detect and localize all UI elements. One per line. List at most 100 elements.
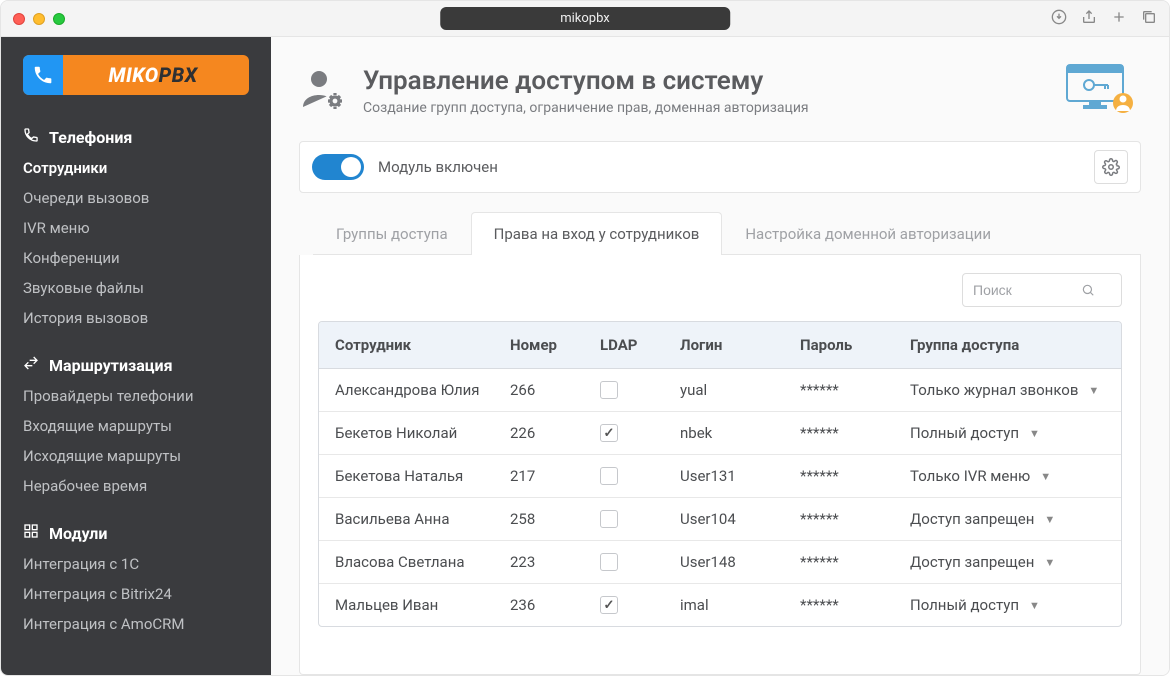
cell-name: Александрова Юлия	[335, 381, 510, 399]
app-window: mikopbx MIK	[0, 0, 1170, 676]
chevron-down-icon: ▼	[1040, 470, 1051, 483]
nav-section-icon	[23, 523, 39, 543]
user-gear-icon	[299, 65, 347, 117]
tab[interactable]: Права на вход у сотрудников	[471, 212, 723, 255]
nav-section-header[interactable]: Модули	[23, 523, 249, 543]
cell-ldap	[600, 424, 680, 442]
group-dropdown-label: Доступ запрещен	[910, 553, 1034, 571]
table-row: Бекетов Николай226nbek******Полный досту…	[319, 412, 1121, 455]
new-tab-icon[interactable]	[1111, 9, 1127, 29]
group-dropdown-label: Только журнал звонков	[910, 381, 1078, 399]
table-row: Власова Светлана223User148******Доступ з…	[319, 541, 1121, 584]
cell-login[interactable]: imal	[680, 596, 800, 614]
sidebar-item[interactable]: Звуковые файлы	[23, 273, 249, 303]
col-name: Сотрудник	[335, 336, 510, 354]
sidebar-item[interactable]: Интеграция с Bitrix24	[23, 579, 249, 609]
group-dropdown-label: Полный доступ	[910, 596, 1019, 614]
group-dropdown[interactable]: Доступ запрещен▼	[910, 553, 1055, 571]
cell-number: 266	[510, 381, 600, 399]
cell-group: Только журнал звонков ▼	[910, 381, 1105, 399]
cell-login[interactable]: User148	[680, 553, 800, 571]
sidebar-item[interactable]: История вызовов	[23, 303, 249, 333]
tabs: Группы доступаПрава на вход у сотруднико…	[313, 211, 1141, 255]
cell-name: Мальцев Иван	[335, 596, 510, 614]
group-dropdown-label: Полный доступ	[910, 424, 1019, 442]
cell-password[interactable]: ******	[800, 467, 910, 485]
download-icon[interactable]	[1051, 9, 1067, 29]
ldap-checkbox[interactable]	[600, 596, 618, 614]
module-settings-button[interactable]	[1094, 150, 1128, 184]
tabs-icon[interactable]	[1141, 9, 1157, 29]
nav-section: Маршрутизация Провайдеры телефонииВходящи…	[1, 337, 271, 505]
tab[interactable]: Группы доступа	[313, 212, 471, 255]
address-bar[interactable]: mikopbx	[440, 7, 730, 30]
search-icon	[1081, 283, 1095, 297]
nav-section-title: Модули	[49, 524, 107, 543]
cell-login[interactable]: nbek	[680, 424, 800, 442]
chevron-down-icon: ▼	[1088, 384, 1099, 397]
col-number: Номер	[510, 336, 600, 354]
cell-password[interactable]: ******	[800, 553, 910, 571]
sidebar-item[interactable]: Интеграция с 1C	[23, 549, 249, 579]
sidebar-item[interactable]: IVR меню	[23, 213, 249, 243]
cell-number: 258	[510, 510, 600, 528]
group-dropdown[interactable]: Только журнал звонков ▼	[910, 381, 1099, 399]
cell-ldap	[600, 510, 680, 528]
nav-section: Модули Интеграция с 1CИнтеграция с Bitrix…	[1, 505, 271, 643]
module-toggle[interactable]	[312, 154, 364, 180]
sidebar-item[interactable]: Конференции	[23, 243, 249, 273]
cell-login[interactable]: User104	[680, 510, 800, 528]
logo[interactable]: MIKOPBX	[1, 55, 271, 109]
maximize-window-button[interactable]	[53, 13, 65, 25]
nav-section-header[interactable]: Маршрутизация	[23, 355, 249, 375]
sidebar-item[interactable]: Сотрудники	[23, 153, 249, 183]
module-artwork	[1061, 59, 1141, 123]
group-dropdown[interactable]: Только IVR меню▼	[910, 467, 1051, 485]
ldap-checkbox[interactable]	[600, 510, 618, 528]
window-controls	[13, 13, 65, 25]
cell-group: Полный доступ▼	[910, 596, 1105, 614]
col-group: Группа доступа	[910, 336, 1105, 354]
cell-password[interactable]: ******	[800, 381, 910, 399]
sidebar-item[interactable]: Входящие маршруты	[23, 411, 249, 441]
table-row: Бекетова Наталья217User131******Только I…	[319, 455, 1121, 498]
group-dropdown[interactable]: Полный доступ▼	[910, 424, 1040, 442]
ldap-checkbox[interactable]	[600, 467, 618, 485]
sidebar-item[interactable]: Интеграция с AmoCRM	[23, 609, 249, 639]
titlebar: mikopbx	[1, 1, 1169, 37]
cell-password[interactable]: ******	[800, 424, 910, 442]
cell-name: Васильева Анна	[335, 510, 510, 528]
group-dropdown[interactable]: Полный доступ▼	[910, 596, 1040, 614]
ldap-checkbox[interactable]	[600, 424, 618, 442]
cell-login[interactable]: User131	[680, 467, 800, 485]
cell-group: Полный доступ▼	[910, 424, 1105, 442]
ldap-checkbox[interactable]	[600, 381, 618, 399]
ldap-checkbox[interactable]	[600, 553, 618, 571]
sidebar-item[interactable]: Нерабочее время	[23, 471, 249, 501]
cell-password[interactable]: ******	[800, 596, 910, 614]
col-password: Пароль	[800, 336, 910, 354]
cell-ldap	[600, 381, 680, 399]
cell-password[interactable]: ******	[800, 510, 910, 528]
cell-number: 223	[510, 553, 600, 571]
search-input-wrapper[interactable]	[962, 273, 1122, 307]
group-dropdown[interactable]: Доступ запрещен▼	[910, 510, 1055, 528]
employees-table: Сотрудник Номер LDAP Логин Пароль Группа…	[318, 321, 1122, 627]
nav-section-header[interactable]: Телефония	[23, 127, 249, 147]
cell-number: 236	[510, 596, 600, 614]
sidebar-item[interactable]: Провайдеры телефонии	[23, 381, 249, 411]
sidebar-item[interactable]: Очереди вызовов	[23, 183, 249, 213]
table-header: Сотрудник Номер LDAP Логин Пароль Группа…	[319, 322, 1121, 369]
table-row: Васильева Анна258 User104******Доступ зап…	[319, 498, 1121, 541]
close-window-button[interactable]	[13, 13, 25, 25]
col-ldap: LDAP	[600, 336, 680, 354]
search-input[interactable]	[973, 282, 1073, 298]
sidebar-item[interactable]: Исходящие маршруты	[23, 441, 249, 471]
share-icon[interactable]	[1081, 9, 1097, 29]
minimize-window-button[interactable]	[33, 13, 45, 25]
cell-login[interactable]: yual	[680, 381, 800, 399]
tab[interactable]: Настройка доменной авторизации	[722, 212, 1014, 255]
cell-ldap	[600, 596, 680, 614]
app-body: MIKOPBX Телефония СотрудникиОчереди вызов…	[1, 37, 1169, 675]
col-login: Логин	[680, 336, 800, 354]
